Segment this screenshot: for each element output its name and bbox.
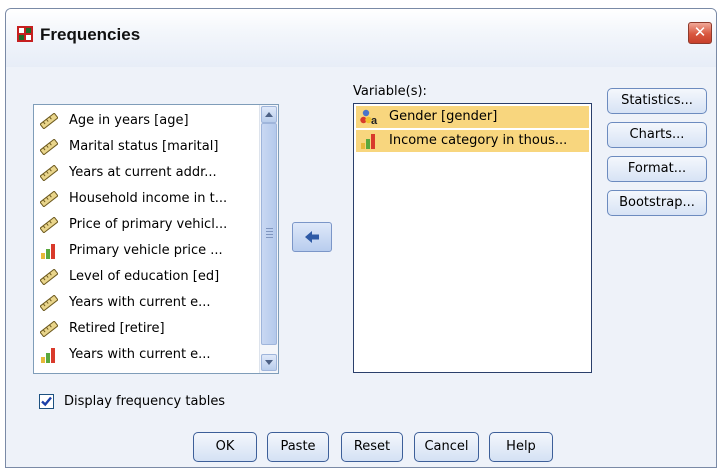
- source-items: Age in years [age] Marital status [marit…: [34, 105, 260, 373]
- scale-ruler-icon: [39, 112, 59, 130]
- list-item-label: Primary vehicle price ...: [69, 243, 223, 258]
- frequencies-dialog: Frequencies ✕ Age in years [age] Marital…: [5, 8, 717, 468]
- statistics-button[interactable]: Statistics...: [607, 88, 707, 114]
- list-item[interactable]: Years with current e...: [38, 292, 258, 314]
- list-item-label: Income category in thous...: [389, 133, 568, 148]
- frequencies-icon: [17, 26, 33, 42]
- check-icon: [41, 396, 52, 407]
- variables-label: Variable(s):: [353, 84, 427, 99]
- variables-list[interactable]: a Gender [gender] Income category in thou…: [353, 103, 592, 373]
- move-variable-button[interactable]: [292, 222, 332, 252]
- display-frequency-tables-checkbox[interactable]: [39, 394, 54, 409]
- list-item-label: Retired [retire]: [69, 321, 165, 336]
- window-title: Frequencies: [40, 25, 141, 44]
- charts-button[interactable]: Charts...: [607, 122, 707, 148]
- grip-line: [266, 228, 273, 229]
- scroll-down-button[interactable]: [261, 354, 277, 371]
- list-item-label: Price of primary vehicl...: [69, 217, 228, 232]
- arrow-left-icon: [305, 231, 319, 243]
- nominal-string-icon: a: [360, 109, 378, 127]
- scale-ruler-icon: [39, 320, 59, 338]
- list-item[interactable]: Retired [retire]: [38, 318, 258, 340]
- reset-button[interactable]: Reset: [341, 432, 403, 462]
- vertical-scrollbar[interactable]: [259, 105, 278, 373]
- format-button[interactable]: Format...: [607, 156, 707, 182]
- scroll-up-button[interactable]: [261, 106, 277, 123]
- scale-ruler-icon: [39, 216, 59, 234]
- scale-ruler-icon: [39, 294, 59, 312]
- list-item-label: Years with current e...: [69, 347, 211, 362]
- scale-ruler-icon: [39, 268, 59, 286]
- list-item-label: Age in years [age]: [69, 113, 189, 128]
- cancel-button[interactable]: Cancel: [414, 432, 479, 462]
- ordinal-bars-icon: [360, 133, 378, 149]
- paste-button[interactable]: Paste: [267, 432, 329, 462]
- list-item[interactable]: Marital status [marital]: [38, 136, 258, 158]
- list-item-label: Level of education [ed]: [69, 269, 220, 284]
- ordinal-bars-icon: [40, 347, 58, 363]
- list-item[interactable]: Income category in thous...: [356, 130, 589, 152]
- dialog-body: Age in years [age] Marital status [marit…: [11, 68, 711, 467]
- arrow-up-icon: [265, 112, 273, 117]
- bootstrap-button[interactable]: Bootstrap...: [607, 190, 707, 216]
- ordinal-bars-icon: [40, 243, 58, 259]
- list-item[interactable]: Years with current e...: [38, 344, 258, 366]
- list-item[interactable]: Age in years [age]: [38, 110, 258, 132]
- svg-text:a: a: [371, 115, 378, 125]
- list-item-label: Years at current addr...: [69, 165, 217, 180]
- list-item-label: Marital status [marital]: [69, 139, 219, 154]
- list-item[interactable]: Primary vehicle price ...: [38, 240, 258, 262]
- scroll-thumb[interactable]: [261, 123, 277, 345]
- list-item[interactable]: Years at current addr...: [38, 162, 258, 184]
- scale-ruler-icon: [39, 138, 59, 156]
- list-item-label: Gender [gender]: [389, 109, 498, 124]
- list-item[interactable]: a Gender [gender]: [356, 106, 589, 128]
- scale-ruler-icon: [39, 164, 59, 182]
- source-variable-list[interactable]: Age in years [age] Marital status [marit…: [33, 104, 279, 374]
- grip-line: [266, 234, 273, 235]
- close-icon: ✕: [693, 23, 707, 41]
- list-item-label: Household income in t...: [69, 191, 228, 206]
- arrow-down-icon: [265, 360, 273, 365]
- checkbox-label: Display frequency tables: [64, 394, 226, 409]
- list-item[interactable]: Price of primary vehicl...: [38, 214, 258, 236]
- ok-button[interactable]: OK: [193, 432, 257, 462]
- list-item-label: Years with current e...: [69, 295, 211, 310]
- close-button[interactable]: ✕: [688, 22, 712, 44]
- list-item[interactable]: Household income in t...: [38, 188, 258, 210]
- list-item[interactable]: Level of education [ed]: [38, 266, 258, 288]
- grip-line: [266, 237, 273, 238]
- title-bar[interactable]: Frequencies ✕: [6, 9, 716, 67]
- scale-ruler-icon: [39, 190, 59, 208]
- grip-line: [266, 231, 273, 232]
- help-button[interactable]: Help: [489, 432, 553, 462]
